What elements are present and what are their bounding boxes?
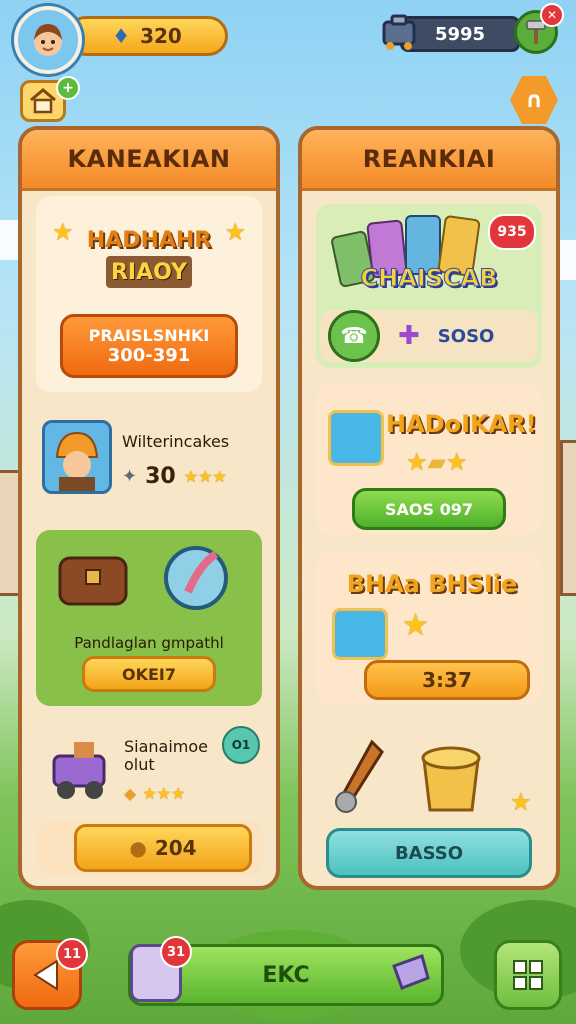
hero-reward-button[interactable]: SAOS 097 — [352, 488, 506, 530]
bundle-card[interactable]: Pandlaglan gmpathl OKEI7 — [36, 530, 262, 706]
menu-button[interactable] — [494, 940, 562, 1010]
bonus-card[interactable]: BHAa BHSIie ★ 3:37 — [316, 550, 542, 704]
featured-title: HADHAHR — [86, 228, 212, 253]
magnifier-icon — [164, 546, 228, 610]
star-icon: ★ — [52, 218, 74, 246]
cards-offer-row: ☎ ✚ SOSO — [320, 310, 538, 362]
bundle-button[interactable]: OKEI7 — [82, 656, 216, 692]
gear-count: 5995 — [434, 23, 486, 45]
buy-value: 204 — [154, 836, 197, 860]
bundle-label: Pandlaglan gmpathl — [74, 634, 224, 652]
close-icon[interactable]: ✕ — [540, 3, 564, 27]
fish-icon: ◆ — [124, 784, 137, 803]
grid-icon — [513, 960, 543, 990]
face-icon — [34, 24, 62, 56]
right-panel-title: REANKIAI — [302, 130, 556, 191]
character-name: Wilterincakes — [122, 432, 230, 451]
coin-icon: ● — [129, 836, 147, 860]
cards-offer[interactable]: CHAISCAB 935 ☎ ✚ SOSO — [316, 204, 542, 368]
buy-card: ● 204 — [36, 820, 262, 876]
featured-subtitle: RIAOY — [106, 256, 192, 288]
gem-icon: ♦ — [112, 24, 131, 48]
cards-offer-label: SOSO — [437, 325, 495, 347]
star-icon: ★ — [224, 218, 246, 246]
featured-price: 300-391 — [107, 345, 191, 366]
vehicle-line2: olut — [124, 755, 155, 775]
vehicle-line1: Sianaimoe — [124, 737, 209, 756]
tools-button-label: BASSO — [394, 842, 464, 864]
vehicle-badge: O1 — [222, 726, 260, 764]
character-icon — [55, 431, 99, 491]
gem-box-icon — [332, 608, 388, 660]
buy-button[interactable]: ● 204 — [74, 824, 252, 872]
main-badge: 31 — [160, 936, 192, 968]
hero-reward-title: HADoIKAR! — [386, 410, 537, 438]
vehicle-rating: ◆ ★★★ — [124, 784, 185, 803]
game-screen: ♦ 320 5995 ✕ + ∩ KANEAKIAN ★ ★ HADHAHR R… — [0, 0, 576, 1024]
bonus-button[interactable]: 3:37 — [364, 660, 530, 700]
price-badge: 935 — [488, 214, 536, 250]
bundle-button-label: OKEI7 — [121, 664, 176, 684]
wrench-icon — [335, 739, 384, 813]
coin-counter[interactable]: ♦ 320 — [66, 16, 228, 56]
hero-portrait-icon — [328, 410, 384, 466]
character-stats: ✦ 30 ★★★ — [122, 464, 227, 489]
vehicle-stars: ★★★ — [142, 784, 186, 803]
star-icon: ★ — [510, 788, 532, 816]
main-action-label: EKC — [262, 962, 310, 988]
bonus-title: BHAa BHSIie — [346, 570, 518, 598]
left-panel-title: KANEAKIAN — [22, 130, 276, 191]
puzzle-icon: ✦ — [122, 466, 138, 487]
chest-icon — [58, 556, 128, 606]
tools-button[interactable]: BASSO — [326, 828, 532, 878]
house-icon — [30, 88, 56, 114]
coin-count: 320 — [140, 24, 182, 48]
player-avatar[interactable] — [14, 6, 82, 74]
character-stars: ★★★ — [183, 467, 227, 486]
featured-buy-button[interactable]: PRAISLSNHKI 300-391 — [60, 314, 238, 378]
puzzle-piece-icon: ✚ — [398, 321, 420, 351]
back-badge: 11 — [56, 938, 88, 970]
bonus-button-label: 3:37 — [422, 668, 472, 692]
character-portrait[interactable] — [42, 420, 112, 494]
gold-pile-icon: ★▰★ — [406, 448, 468, 476]
vehicle-icon — [52, 742, 106, 799]
right-panel: REANKIAI CHAISCAB 935 ☎ ✚ SOSO HADoIKAR!… — [298, 126, 560, 890]
bucket-icon — [392, 954, 430, 990]
featured-card[interactable]: ★ ★ HADHAHR RIAOY PRAISLSNHKI 300-391 — [36, 196, 262, 392]
plus-icon[interactable]: + — [56, 76, 80, 100]
featured-button-label: PRAISLSNHKI — [88, 326, 210, 345]
house — [560, 440, 576, 596]
hero-reward-button-label: SAOS 097 — [385, 499, 473, 519]
toolbox-icon — [378, 10, 420, 52]
honey-pot-icon — [421, 746, 481, 812]
phone-icon[interactable]: ☎ — [328, 310, 380, 362]
character-value: 30 — [145, 464, 176, 489]
left-panel: KANEAKIAN ★ ★ HADHAHR RIAOY PRAISLSNHKI … — [18, 126, 280, 890]
shop-hex-button[interactable]: ∩ — [510, 76, 558, 124]
vehicle-text: Sianaimoe olut — [124, 737, 209, 775]
star-icon: ★ — [402, 608, 429, 643]
cards-offer-title: CHAISCAB — [360, 264, 498, 293]
hero-reward-card[interactable]: HADoIKAR! ★▰★ SAOS 097 — [316, 384, 542, 534]
